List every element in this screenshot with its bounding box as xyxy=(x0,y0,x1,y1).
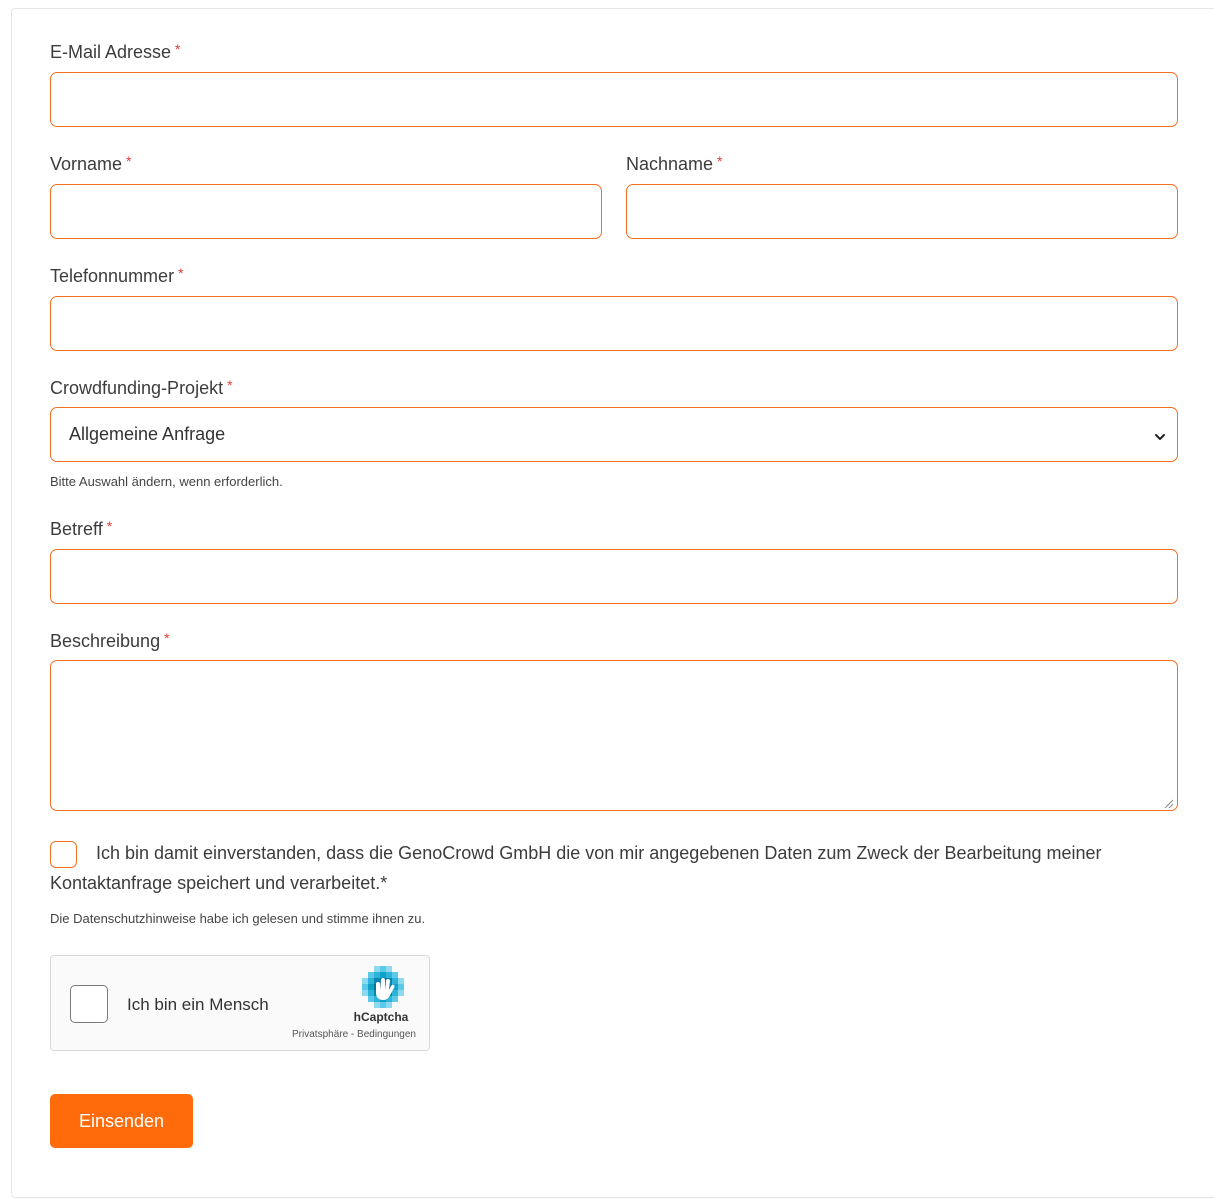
resize-grip-icon[interactable] xyxy=(1162,796,1174,809)
phone-label: Telefonnummer * xyxy=(50,265,184,286)
required-mark: * xyxy=(106,518,113,534)
last-name-label: Nachname * xyxy=(626,153,723,174)
project-label: Crowdfunding-Projekt * xyxy=(50,377,233,398)
phone-input[interactable] xyxy=(50,296,1178,351)
description-textarea[interactable] xyxy=(50,660,1178,811)
required-mark: * xyxy=(126,153,132,169)
privacy-note: Die Datenschutzhinweise habe ich gelesen… xyxy=(50,911,426,926)
captcha-link-separator: - xyxy=(348,1029,358,1040)
required-mark: * xyxy=(717,153,723,169)
captcha-label: Ich bin ein Mensch xyxy=(127,995,269,1014)
description-label: Beschreibung * xyxy=(50,630,170,651)
required-mark: * xyxy=(175,41,181,57)
consent-text: Ich bin damit einverstanden, dass die Ge… xyxy=(50,843,1102,893)
submit-button[interactable]: Einsenden xyxy=(50,1094,193,1148)
subject-label: Betreff * xyxy=(50,518,113,539)
captcha-links: Privatsphäre - Bedingungen xyxy=(292,1029,416,1040)
captcha-terms-link[interactable]: Bedingungen xyxy=(357,1029,416,1040)
last-name-input[interactable] xyxy=(626,184,1178,239)
captcha-checkbox[interactable] xyxy=(70,985,108,1023)
first-name-label: Vorname * xyxy=(50,153,132,174)
first-name-input[interactable] xyxy=(50,184,602,239)
project-help-text: Bitte Auswahl ändern, wenn erforderlich. xyxy=(50,474,283,489)
hcaptcha-logo-icon xyxy=(362,966,404,1008)
subject-input[interactable] xyxy=(50,549,1178,604)
required-mark: * xyxy=(178,265,184,281)
required-mark: * xyxy=(164,630,170,646)
email-input[interactable] xyxy=(50,72,1178,127)
captcha-privacy-link[interactable]: Privatsphäre xyxy=(292,1029,348,1040)
project-select[interactable]: Allgemeine Anfrage xyxy=(50,407,1178,462)
required-mark: * xyxy=(227,377,233,393)
hcaptcha-widget: Ich bin ein Mensch hCaptcha Privatsphäre… xyxy=(50,955,430,1051)
hcaptcha-brand: hCaptcha xyxy=(353,1010,409,1024)
project-select-value: Allgemeine Anfrage xyxy=(69,424,226,444)
chevron-down-icon xyxy=(1153,428,1167,442)
email-label: E-Mail Adresse * xyxy=(50,41,181,62)
